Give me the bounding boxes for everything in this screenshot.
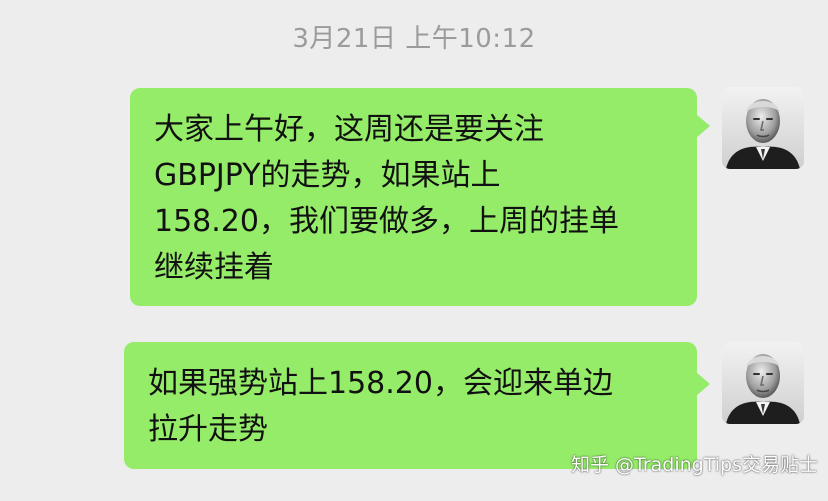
message-text-line: 拉升走势: [148, 412, 268, 447]
message-text-line: GBPJPY的走势，如果站上: [154, 158, 501, 193]
bubble-tail: [696, 114, 710, 138]
message-bubble[interactable]: 大家上午好，这周还是要关注 GBPJPY的走势，如果站上 158.20，我们要做…: [130, 88, 710, 306]
message-text-line: 继续挂着: [154, 250, 274, 285]
message-timestamp: 3月21日 上午10:12: [292, 24, 536, 54]
avatar-photo-icon: [722, 87, 804, 169]
bubble-tail: [696, 372, 710, 396]
watermark-text: 知乎 @TradingTips交易贴士: [570, 454, 818, 476]
avatar[interactable]: [722, 342, 804, 424]
avatar-photo-icon: [722, 342, 804, 424]
avatar[interactable]: [722, 87, 804, 169]
message-text-line: 如果强势站上158.20，会迎来单边: [148, 366, 613, 401]
message-text-line: 158.20，我们要做多，上周的挂单: [154, 204, 619, 239]
message-text-line: 大家上午好，这周还是要关注: [154, 112, 544, 147]
